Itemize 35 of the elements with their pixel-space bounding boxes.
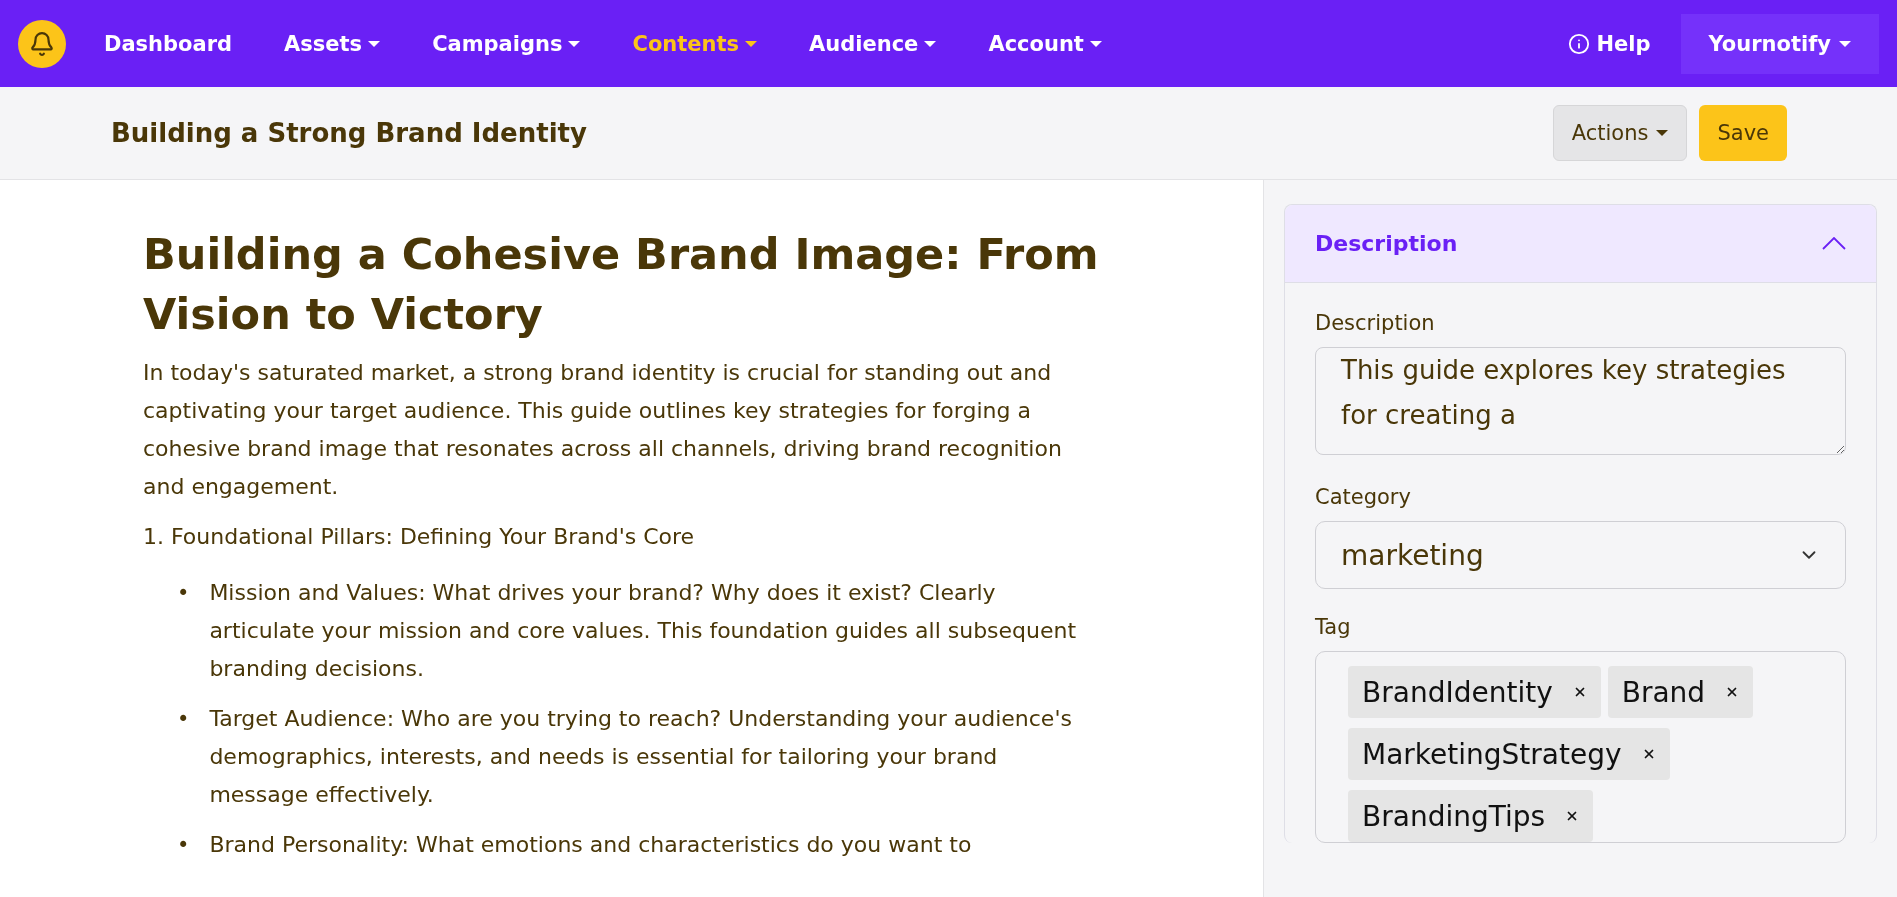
help-link[interactable]: Help <box>1568 31 1651 56</box>
field-label: Tag <box>1315 615 1352 639</box>
description-field[interactable]: This guide explores key strategies for creating a <box>1315 347 1846 455</box>
bullet-item: Brand Personality: What emotions and characteristics do you want to <box>209 831 972 859</box>
nav-link[interactable]: Contents <box>632 31 758 56</box>
bullet-item: Target Audience: Who are you trying to reach? Understanding your audience's demographics, interests, and needs is essential for tailoring your brand message effectively. <box>209 705 1073 809</box>
accordion-header[interactable]: Description <box>1285 205 1876 283</box>
nav-link[interactable]: Campaigns <box>432 31 581 56</box>
field-label: Category <box>1315 485 1412 509</box>
article-paragraph: In today's saturated market, a strong brand identity is crucial for standing out and captivating your target audience. This guide outlines key strategies for forging a cohesive brand image that resonates across all channels, driving brand recognition and engagement. <box>143 359 1063 501</box>
bullet-mark: • <box>177 832 190 859</box>
tag-chip: MarketingStrategy <box>1348 728 1670 780</box>
category-select[interactable]: marketing <box>1315 521 1846 589</box>
nav-link[interactable]: Assets <box>284 31 381 56</box>
page-title: Building a Strong Brand Identity <box>111 118 588 148</box>
article-heading: Building a Cohesive Brand Image: From Vision to Victory <box>143 228 1100 341</box>
nav-link[interactable]: Dashboard <box>104 31 233 56</box>
save-button[interactable]: Save <box>1699 105 1787 161</box>
field-label: Description <box>1315 311 1436 335</box>
bullet-item: Mission and Values: What drives your brand? Why does it exist? Clearly articulate your mission and core values. This foundation guides all subsequent branding decisions. <box>209 579 1078 683</box>
bullet-mark: • <box>177 580 190 607</box>
nav-link[interactable]: Account <box>988 31 1102 56</box>
caret-icon <box>1656 130 1669 136</box>
section-heading: 1. Foundational Pillars: Defining Your Brand's Core <box>143 523 696 551</box>
nav-link[interactable]: Audience <box>809 31 937 56</box>
tag-chip: BrandIdentity <box>1348 666 1601 718</box>
caret-icon <box>1839 40 1851 47</box>
actions-button[interactable]: Actions <box>1552 105 1688 161</box>
info-icon <box>1568 32 1591 55</box>
chevron-up-icon <box>1822 237 1846 250</box>
bullet-mark: • <box>177 706 190 733</box>
logo-icon <box>18 19 66 68</box>
tag-chip: BrandingTips <box>1348 790 1594 842</box>
account-menu-button[interactable]: Yournotify <box>1680 13 1879 74</box>
tag-chip: Brand <box>1607 666 1754 718</box>
